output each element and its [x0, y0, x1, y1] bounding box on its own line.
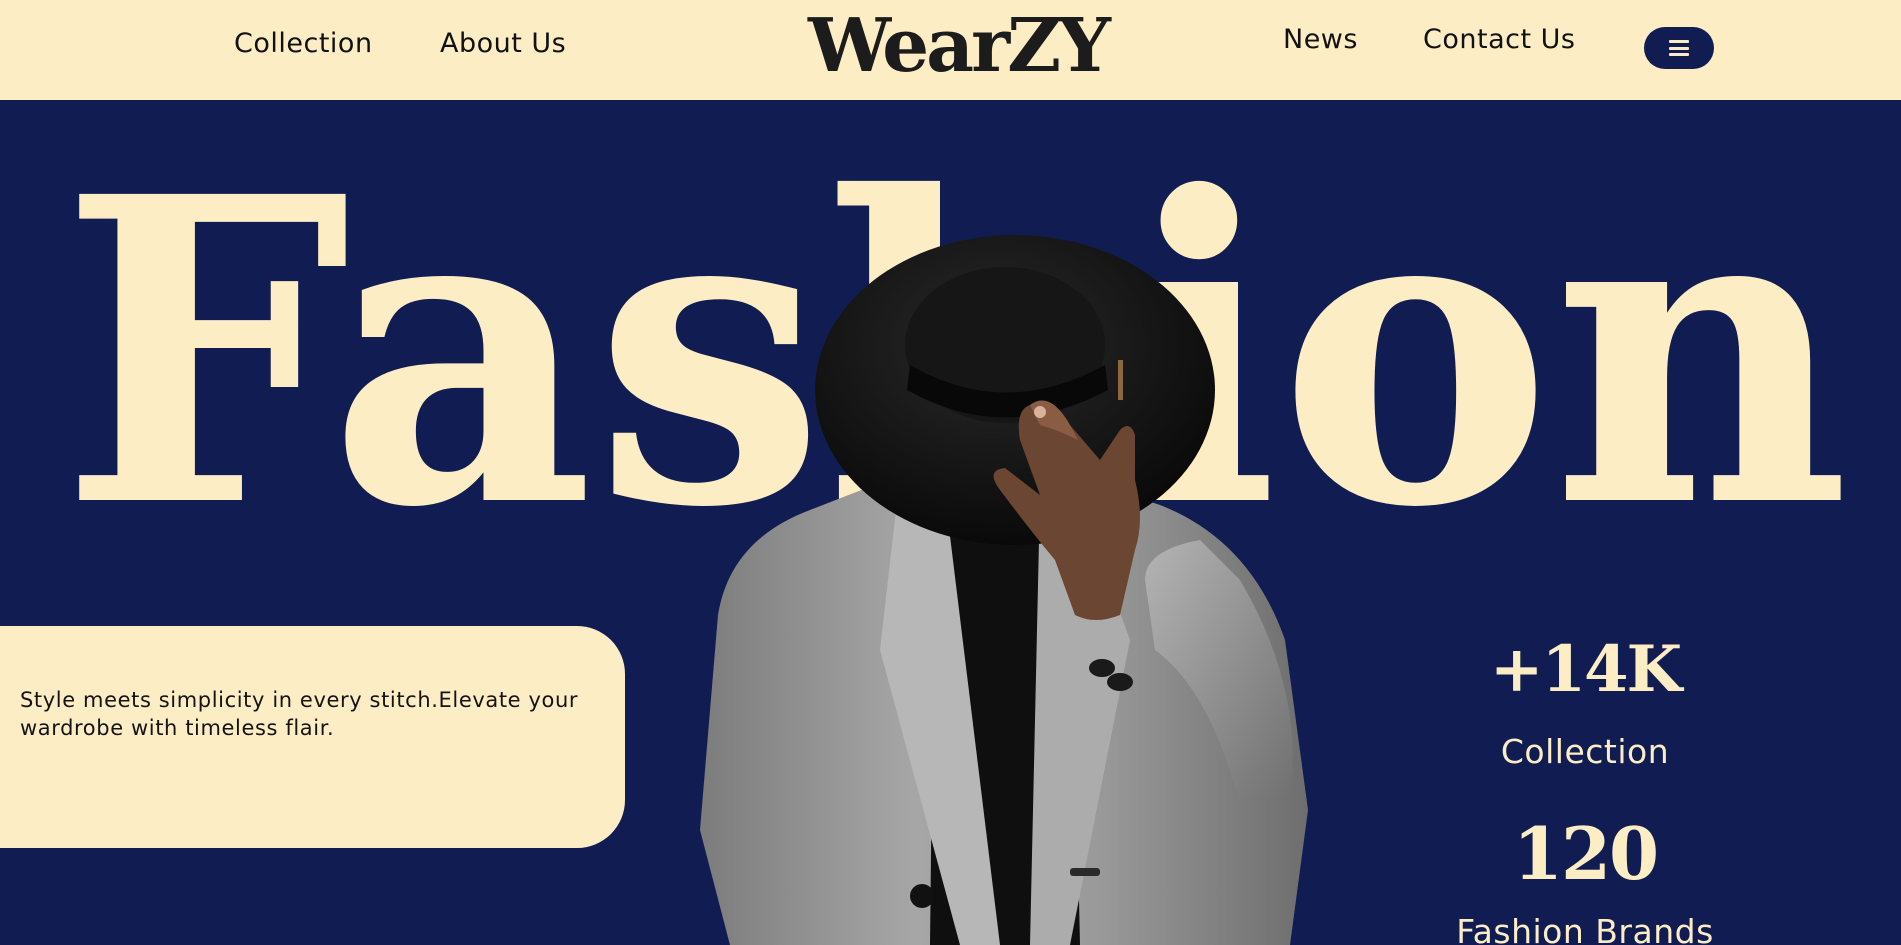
nav-link-contact-us[interactable]: Contact Us — [1423, 24, 1575, 55]
nav-link-collection[interactable]: Collection — [234, 28, 373, 59]
menu-button[interactable] — [1644, 27, 1714, 69]
model-photo — [600, 220, 1400, 945]
intro-text: Style meets simplicity in every stitch.E… — [20, 688, 579, 740]
site-header: Collection About Us WearZY News Contact … — [0, 0, 1901, 100]
nav-link-about-us[interactable]: About Us — [440, 28, 566, 59]
stat-collection-label: Collection — [1500, 732, 1670, 771]
landing-page: Collection About Us WearZY News Contact … — [0, 0, 1901, 945]
stat-brands-label: Fashion Brands — [1456, 912, 1714, 945]
stat-collection-value: +14K — [1489, 632, 1682, 707]
stat-brands-value: 120 — [1512, 811, 1659, 896]
hamburger-menu-icon — [1669, 40, 1689, 56]
intro-card: Style meets simplicity in every stitch.E… — [0, 626, 625, 848]
brand-logo[interactable]: WearZY — [778, 0, 1138, 92]
nav-link-news[interactable]: News — [1283, 24, 1358, 55]
